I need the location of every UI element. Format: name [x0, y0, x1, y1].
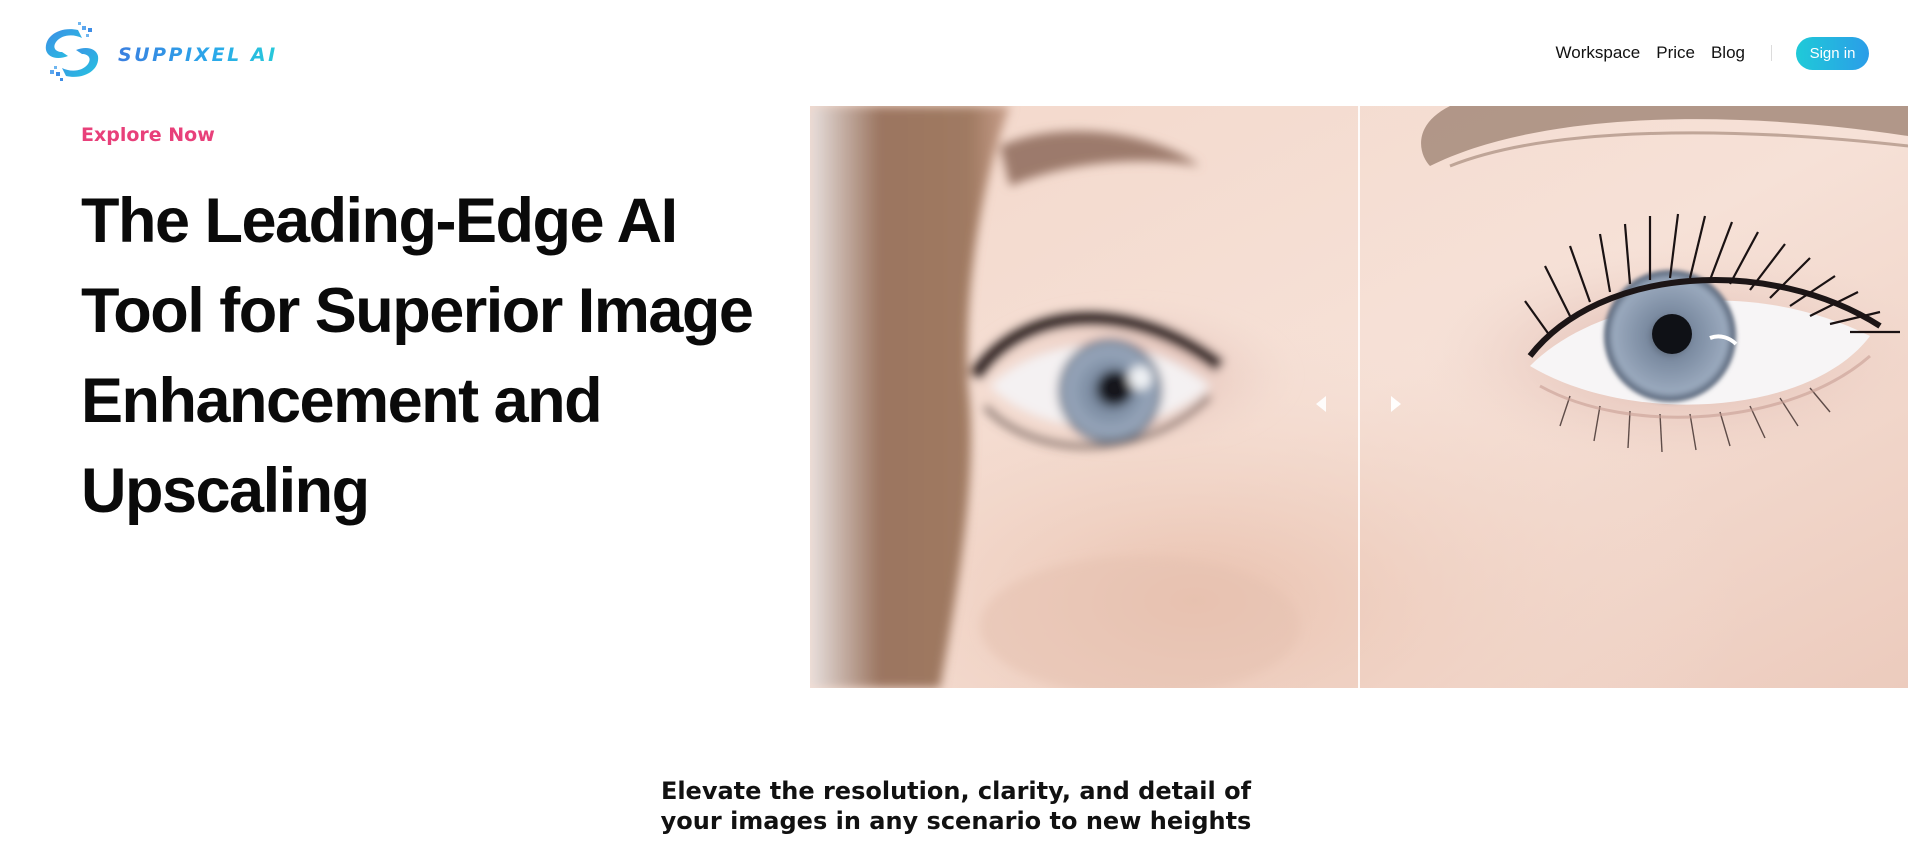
tagline-line: your images in any scenario to new heigh…: [660, 807, 1252, 835]
hero-tagline: Elevate the resolution, clarity, and det…: [0, 776, 1912, 836]
headline-line: Enhancement and: [81, 366, 603, 436]
nav-link-price[interactable]: Price: [1656, 36, 1695, 70]
site-header: SUPPIXEL AI Workspace Price Blog Sign in: [0, 0, 1912, 104]
tagline-line: Elevate the resolution, clarity, and det…: [660, 777, 1252, 805]
eye-closeup-image: [810, 106, 1908, 688]
page: SUPPIXEL AI Workspace Price Blog Sign in…: [0, 0, 1912, 846]
before-after-compare[interactable]: [810, 106, 1908, 688]
brand-name: SUPPIXEL AI: [118, 44, 278, 66]
top-nav: Workspace Price Blog Sign in: [1556, 36, 1869, 70]
nav-divider: [1771, 45, 1772, 61]
sign-in-button[interactable]: Sign in: [1796, 36, 1869, 70]
brand-logo[interactable]: SUPPIXEL AI: [38, 22, 278, 84]
nav-link-workspace[interactable]: Workspace: [1556, 36, 1641, 70]
explore-now-link[interactable]: Explore Now: [81, 124, 215, 146]
nav-link-blog[interactable]: Blog: [1711, 36, 1745, 70]
s-swirl-pixel-icon: [45, 22, 99, 81]
headline-line: Upscaling: [81, 456, 370, 526]
hero-headline: The Leading-Edge AI Tool for Superior Im…: [81, 176, 781, 536]
headline-line: Tool for Superior Image: [81, 276, 754, 346]
headline-line: The Leading-Edge AI: [81, 186, 678, 256]
compare-divider: [1358, 106, 1360, 688]
